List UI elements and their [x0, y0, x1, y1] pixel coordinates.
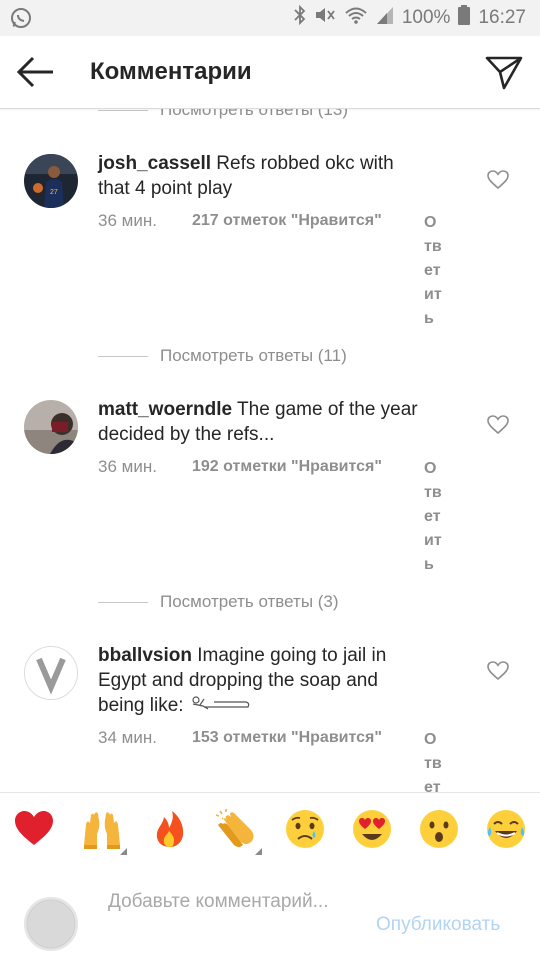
view-replies-link[interactable]: Посмотреть ответы (3) — [98, 590, 339, 614]
comment-username[interactable]: matt_woerndle — [98, 399, 232, 420]
heart-outline-icon[interactable] — [487, 415, 509, 435]
whatsapp-icon — [10, 7, 32, 35]
comment-time: 36 мин. — [98, 457, 157, 476]
comment-likes[interactable]: 192 отметки "Нравится" — [192, 458, 382, 476]
tears-of-joy-emoji-icon[interactable] — [484, 807, 528, 851]
comment-likes[interactable]: 217 отметок "Нравится" — [192, 212, 382, 230]
reply-button[interactable]: Ответить — [424, 728, 444, 792]
reply-button[interactable]: Ответить — [424, 457, 444, 577]
comment-time: 34 мин. — [98, 728, 157, 747]
compose-bar: Добавьте комментарий... Опубликовать — [0, 865, 540, 960]
avatar[interactable] — [24, 400, 78, 454]
reply-button[interactable]: Ответить — [424, 211, 444, 331]
arrow-left-icon[interactable] — [16, 54, 56, 90]
lying-person-emoji-icon — [188, 693, 250, 718]
comment-username[interactable]: josh_cassell — [98, 153, 211, 174]
comment-likes[interactable]: 153 отметки "Нравится" — [192, 729, 382, 747]
mute-icon — [314, 5, 336, 31]
heart-eyes-emoji-icon[interactable] — [350, 807, 394, 851]
avatar[interactable]: 27 — [24, 154, 78, 208]
clock-time: 16:27 — [478, 7, 526, 28]
divider-line — [98, 355, 148, 357]
astonished-face-emoji-icon[interactable] — [417, 807, 461, 851]
app-header: Комментарии — [0, 36, 540, 109]
view-replies-link[interactable]: Посмотреть ответы (13) — [98, 108, 348, 122]
avatar[interactable] — [24, 646, 78, 700]
wifi-icon — [344, 5, 368, 31]
emoji-quick-bar — [0, 792, 540, 866]
view-replies-link[interactable]: Посмотреть ответы (11) — [98, 344, 347, 368]
comment-username[interactable]: bballvsion — [98, 645, 192, 666]
comment-time: 36 мин. — [98, 211, 157, 230]
fire-emoji-icon[interactable] — [148, 807, 192, 851]
battery-icon — [458, 5, 471, 31]
red-heart-emoji-icon[interactable] — [12, 807, 56, 851]
variant-indicator — [120, 848, 127, 855]
divider-line — [98, 109, 148, 111]
variant-indicator — [255, 848, 262, 855]
heart-outline-icon[interactable] — [487, 170, 509, 190]
divider-line — [98, 601, 148, 603]
heart-outline-icon[interactable] — [487, 661, 509, 681]
raised-hands-emoji-icon[interactable] — [80, 807, 124, 851]
publish-button[interactable]: Опубликовать — [376, 914, 500, 936]
comment-input[interactable]: Добавьте комментарий... — [108, 889, 358, 914]
crying-face-emoji-icon[interactable] — [283, 807, 327, 851]
avatar — [24, 897, 78, 951]
battery-percent: 100% — [401, 7, 451, 28]
svg-text:27: 27 — [50, 189, 58, 196]
paper-plane-icon[interactable] — [484, 52, 524, 92]
page-title: Комментарии — [90, 58, 252, 85]
comments-list[interactable]: Посмотреть ответы (13) 27 josh_cassell R… — [0, 108, 540, 792]
signal-icon — [376, 5, 394, 31]
status-bar: 100% 16:27 — [0, 0, 540, 36]
bluetooth-icon — [294, 4, 306, 31]
clapping-hands-emoji-icon[interactable] — [214, 807, 258, 851]
